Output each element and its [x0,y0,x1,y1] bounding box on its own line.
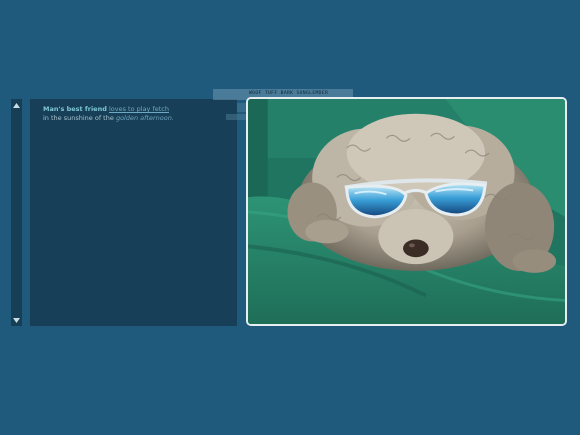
scroll-up-icon[interactable] [11,100,22,110]
ticker-text: WOOF TUFF BARK SUNGLEMDER [249,91,329,96]
vertical-scrollbar[interactable] [11,99,22,326]
scroll-down-icon[interactable] [11,315,22,325]
dog-photo[interactable] [246,97,567,326]
dog-wearing-sunglasses-image [248,99,565,324]
caption-plain: in the sunshine of the [43,114,114,122]
caption-panel: Man's best friend loves to play fetch in… [30,99,237,326]
caption-text: Man's best friend loves to play fetch in… [43,105,233,123]
caption-bold: Man's best friend [43,105,107,113]
app-stage: Man's best friend loves to play fetch in… [0,0,580,435]
caption-link[interactable]: loves to play fetch [109,105,169,113]
caption-italic: golden afternoon. [115,114,174,122]
